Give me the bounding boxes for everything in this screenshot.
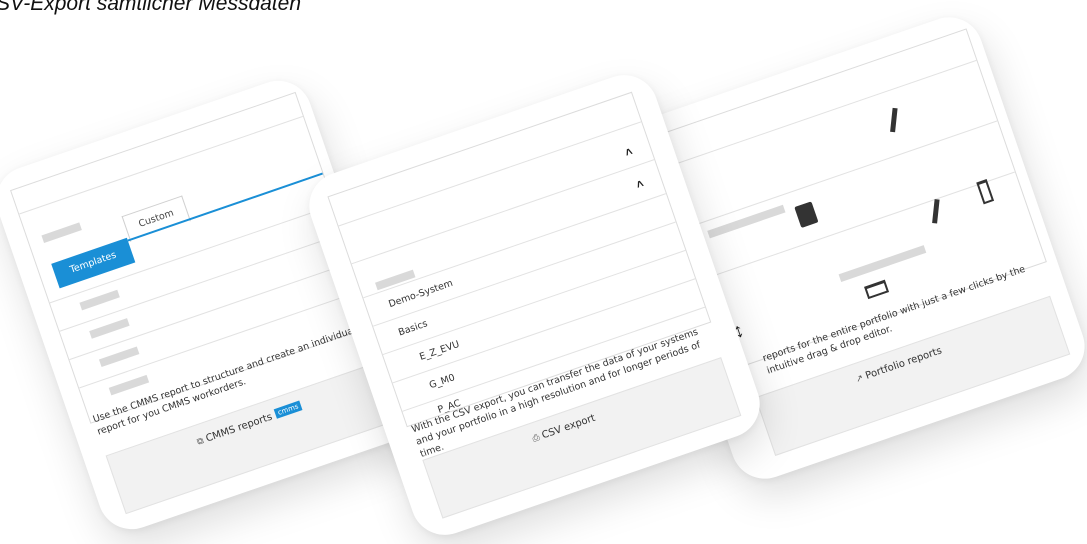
tab-templates-label: Templates xyxy=(68,249,118,276)
placeholder-bar xyxy=(98,346,140,368)
document-chart-icon xyxy=(794,201,819,228)
placeholder-bar xyxy=(41,222,82,244)
cmms-badge: cmms xyxy=(273,400,303,419)
placeholder-bar xyxy=(79,289,120,311)
list-item[interactable]: E_Z_EVU xyxy=(418,339,461,363)
chart-icon: ↗ xyxy=(854,373,865,386)
placeholder-bar xyxy=(707,204,786,239)
trash-icon[interactable] xyxy=(976,179,995,205)
placeholder-bar xyxy=(838,245,927,282)
list-item[interactable]: G_M0 xyxy=(428,372,457,391)
file-csv-icon: ⎙ xyxy=(531,432,542,445)
page-heading: SV-Export sämtlicher Messdaten xyxy=(0,0,302,15)
cmms-preview-panel: Templates Custom xyxy=(10,91,376,424)
tab-custom[interactable]: Custom xyxy=(121,195,191,242)
cmms-reports-label: CMMS reports xyxy=(204,411,274,445)
file-stack-icon: ⧉ xyxy=(195,436,206,448)
csv-export-label: CSV export xyxy=(540,412,597,442)
chevron-up-icon[interactable]: ˄ xyxy=(634,176,645,192)
pencil-icon[interactable] xyxy=(890,107,898,133)
placeholder-bar xyxy=(89,318,130,339)
pencil-icon[interactable] xyxy=(932,199,940,224)
portfolio-reports-label: Portfolio reports xyxy=(864,345,944,382)
chevron-up-icon[interactable]: ˄ xyxy=(623,144,634,160)
list-item[interactable]: Basics xyxy=(397,318,429,338)
tab-templates[interactable]: Templates xyxy=(51,237,136,289)
table-icon xyxy=(864,279,890,300)
placeholder-bar xyxy=(108,374,150,396)
